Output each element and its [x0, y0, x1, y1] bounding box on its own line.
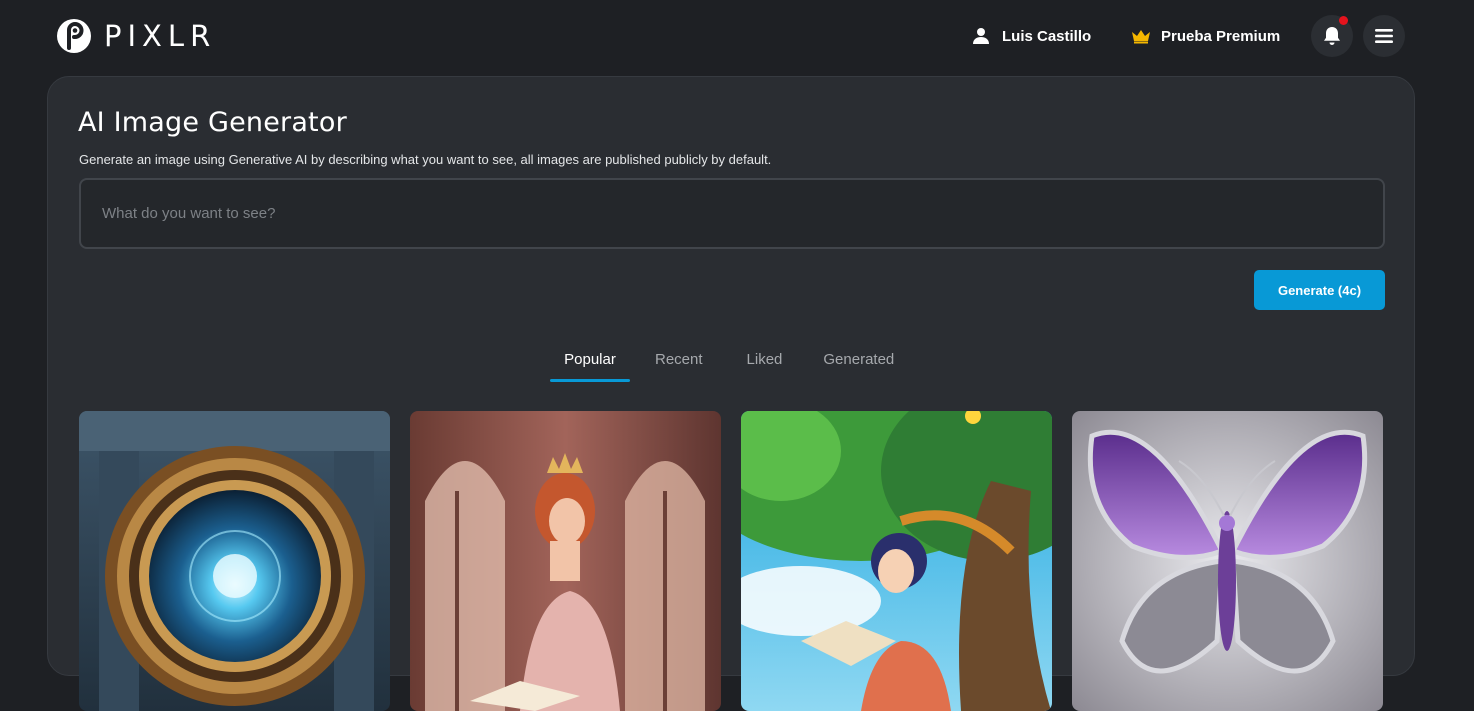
- tab-liked[interactable]: Liked: [735, 341, 795, 383]
- generate-button[interactable]: Generate (4c): [1254, 270, 1385, 310]
- main-menu-button[interactable]: [1363, 15, 1405, 57]
- ai-image-generator-panel: AI Image Generator Generate an image usi…: [47, 76, 1415, 711]
- user-account-link[interactable]: Luis Castillo: [972, 24, 1091, 48]
- premium-trial-link[interactable]: Prueba Premium: [1131, 24, 1280, 48]
- portal-image: [79, 411, 390, 711]
- user-icon: [973, 28, 989, 44]
- page-title: AI Image Generator: [78, 107, 347, 138]
- tab-recent[interactable]: Recent: [643, 341, 715, 383]
- gallery-image-princess[interactable]: [410, 411, 721, 711]
- notification-indicator: [1339, 16, 1348, 25]
- logo-wordmark: PIXLR: [104, 19, 217, 53]
- tab-popular[interactable]: Popular: [550, 341, 630, 383]
- notifications-button[interactable]: [1311, 15, 1353, 57]
- princess-image: [410, 411, 721, 711]
- girl-reading-image: [741, 411, 1052, 711]
- image-gallery: [79, 411, 1385, 711]
- prompt-input[interactable]: [79, 178, 1385, 249]
- crown-icon: [1132, 30, 1150, 44]
- pixlr-logo[interactable]: PIXLR: [56, 17, 216, 55]
- hamburger-menu-icon: [1375, 29, 1393, 43]
- butterfly-image: [1072, 411, 1383, 711]
- tab-generated[interactable]: Generated: [811, 341, 906, 383]
- pixlr-logo-icon: [57, 19, 91, 53]
- bell-icon: [1324, 27, 1340, 45]
- premium-label: Prueba Premium: [1161, 27, 1281, 45]
- top-navigation-bar: PIXLR Luis Castillo Prueba Premium: [0, 0, 1474, 72]
- page-description: Generate an image using Generative AI by…: [79, 152, 772, 167]
- user-name: Luis Castillo: [1002, 27, 1092, 45]
- gallery-image-girl-reading[interactable]: [741, 411, 1052, 711]
- gallery-image-portal[interactable]: [79, 411, 390, 711]
- gallery-image-butterfly[interactable]: [1072, 411, 1383, 711]
- gallery-tabs: Popular Recent Liked Generated: [550, 341, 906, 383]
